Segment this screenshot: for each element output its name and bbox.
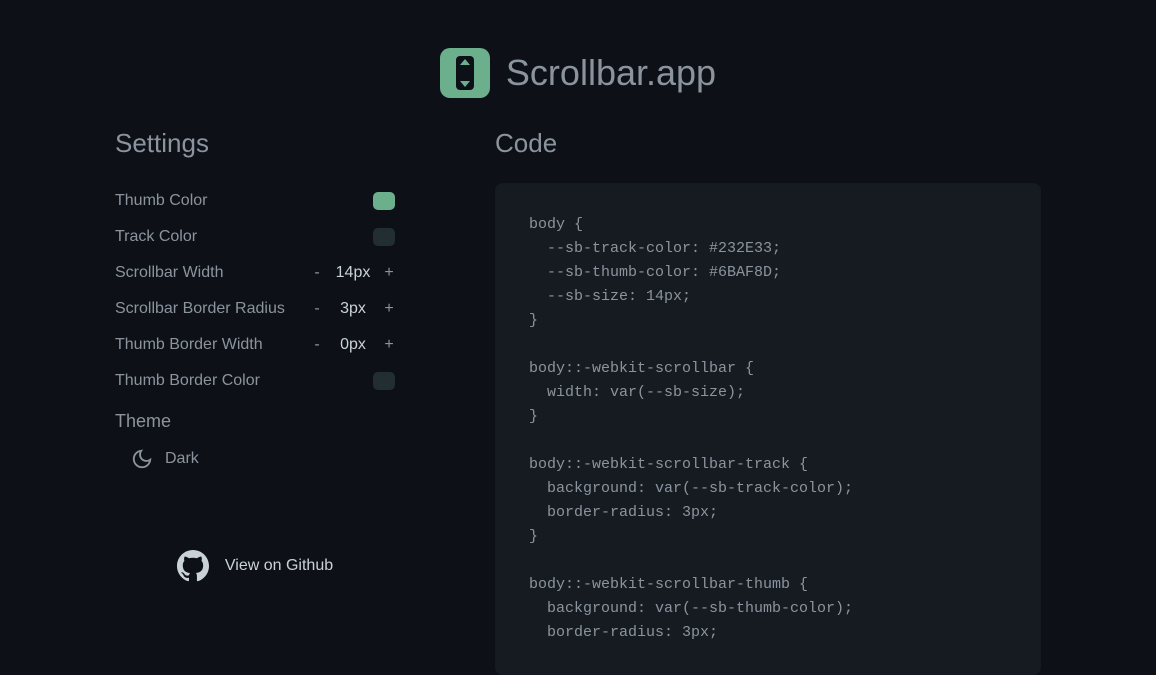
thumb-border-width-label: Thumb Border Width bbox=[115, 336, 263, 354]
github-link[interactable]: View on Github bbox=[115, 550, 395, 582]
scrollbar-width-value: 14px bbox=[335, 264, 371, 282]
border-radius-label: Scrollbar Border Radius bbox=[115, 300, 285, 318]
scrollbar-width-stepper: - 14px + bbox=[311, 264, 395, 282]
thumb-border-color-label: Thumb Border Color bbox=[115, 372, 260, 390]
decrement-button[interactable]: - bbox=[311, 336, 323, 354]
thumb-border-color-swatch[interactable] bbox=[373, 372, 395, 390]
github-icon bbox=[177, 550, 209, 582]
moon-icon bbox=[131, 448, 153, 470]
thumb-color-swatch[interactable] bbox=[373, 192, 395, 210]
thumb-border-width-stepper: - 0px + bbox=[311, 336, 395, 354]
github-label: View on Github bbox=[225, 557, 333, 575]
theme-toggle[interactable]: Dark bbox=[115, 448, 395, 470]
theme-section: Theme Dark bbox=[115, 411, 395, 470]
code-title: Code bbox=[495, 128, 1041, 159]
thumb-color-label: Thumb Color bbox=[115, 192, 207, 210]
thumb-color-row: Thumb Color bbox=[115, 183, 395, 219]
track-color-swatch[interactable] bbox=[373, 228, 395, 246]
thumb-border-color-row: Thumb Border Color bbox=[115, 363, 395, 399]
code-content: body { --sb-track-color: #232E33; --sb-t… bbox=[529, 213, 1007, 645]
theme-title: Theme bbox=[115, 411, 395, 432]
border-radius-stepper: - 3px + bbox=[311, 300, 395, 318]
border-radius-value: 3px bbox=[335, 300, 371, 318]
decrement-button[interactable]: - bbox=[311, 300, 323, 318]
code-block[interactable]: body { --sb-track-color: #232E33; --sb-t… bbox=[495, 183, 1041, 675]
settings-title: Settings bbox=[115, 128, 395, 159]
increment-button[interactable]: + bbox=[383, 264, 395, 282]
app-title: Scrollbar.app bbox=[506, 52, 716, 94]
decrement-button[interactable]: - bbox=[311, 264, 323, 282]
scrollbar-width-label: Scrollbar Width bbox=[115, 264, 223, 282]
increment-button[interactable]: + bbox=[383, 300, 395, 318]
theme-label: Dark bbox=[165, 450, 199, 468]
border-radius-row: Scrollbar Border Radius - 3px + bbox=[115, 291, 395, 327]
thumb-border-width-value: 0px bbox=[335, 336, 371, 354]
track-color-label: Track Color bbox=[115, 228, 197, 246]
track-color-row: Track Color bbox=[115, 219, 395, 255]
app-logo bbox=[440, 48, 490, 98]
increment-button[interactable]: + bbox=[383, 336, 395, 354]
thumb-border-width-row: Thumb Border Width - 0px + bbox=[115, 327, 395, 363]
scrollbar-width-row: Scrollbar Width - 14px + bbox=[115, 255, 395, 291]
settings-panel: Settings Thumb Color Track Color Scrollb… bbox=[115, 128, 395, 675]
app-header: Scrollbar.app bbox=[0, 0, 1156, 128]
code-panel: Code body { --sb-track-color: #232E33; -… bbox=[495, 128, 1041, 675]
